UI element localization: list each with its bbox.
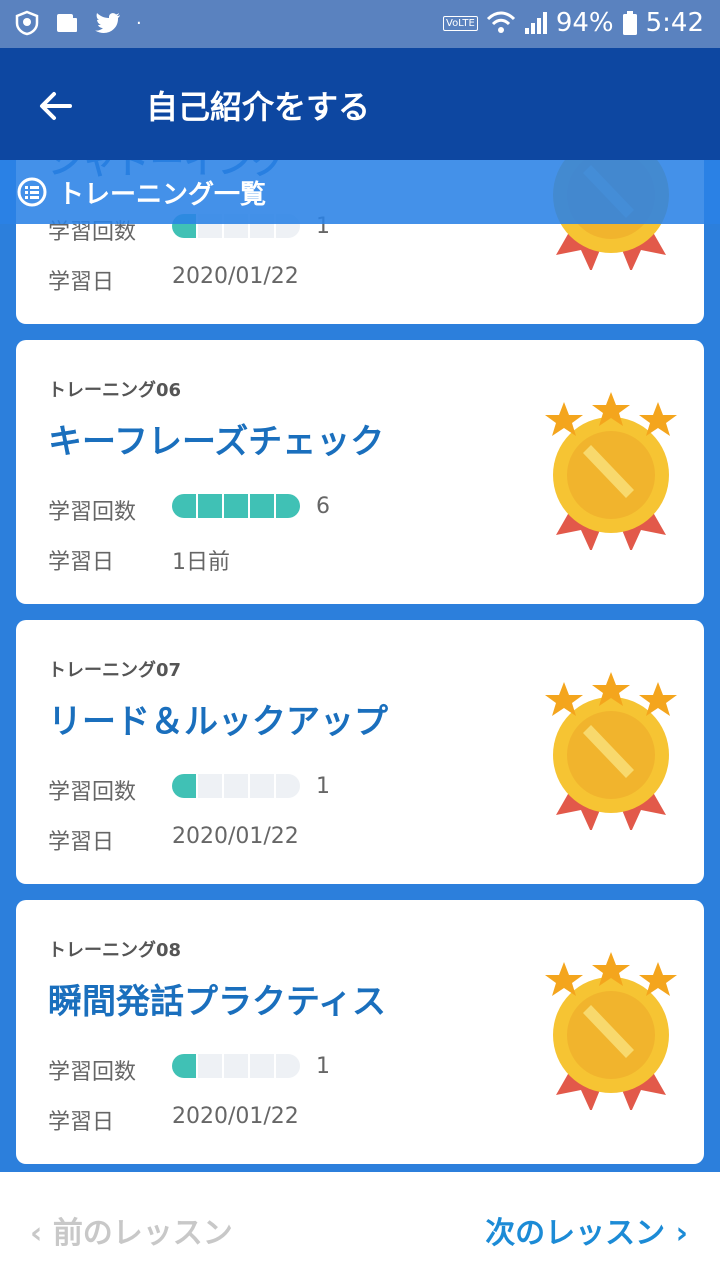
progress-segment [172, 494, 196, 518]
training-title: キーフレーズチェック [48, 422, 385, 462]
study-progress-bar [172, 774, 300, 798]
date-label: 学習日 [48, 270, 115, 295]
page-title: 自己紹介をする [146, 88, 371, 126]
progress-segment [224, 494, 248, 518]
progress-segment [276, 774, 300, 798]
status-bar: · VoLTE 94% 5:42 [0, 0, 720, 48]
progress-segment [172, 774, 196, 798]
chevron-right-icon: › [665, 1216, 688, 1251]
training-card[interactable]: トレーニング06 キーフレーズチェック学習回数 6 学習日 1日前 [16, 340, 704, 604]
progress-segment [198, 1054, 222, 1078]
progress-segment [250, 1054, 274, 1078]
training-card[interactable]: トレーニング07 リード＆ルックアップ学習回数 1 学習日 2020/01/22 [16, 620, 704, 884]
training-card[interactable]: トレーニング08 瞬間発話プラクティス学習回数 1 学習日 2020/01/22 [16, 900, 704, 1164]
training-title: 瞬間発話プラクティス [48, 982, 386, 1022]
count-label: 学習回数 [48, 780, 137, 805]
study-date: 2020/01/22 [172, 264, 299, 289]
training-title: リード＆ルックアップ [48, 702, 388, 742]
signal-icon [524, 12, 547, 34]
training-number: トレーニング07 [48, 660, 182, 681]
list-icon [17, 177, 47, 207]
study-date: 2020/01/22 [172, 1104, 299, 1129]
lesson-navigation: ‹ 前のレッスン 次のレッスン › [0, 1172, 720, 1280]
date-label: 学習日 [48, 830, 115, 855]
date-label: 学習日 [48, 550, 115, 575]
notification-dot: · [136, 12, 142, 34]
medal-icon [545, 672, 677, 830]
study-progress-bar [172, 1054, 300, 1078]
study-date: 1日前 [172, 550, 230, 575]
study-progress-bar [172, 494, 300, 518]
next-lesson-label: 次のレッスン [485, 1216, 666, 1251]
progress-segment [198, 774, 222, 798]
clock-time: 5:42 [645, 8, 704, 38]
progress-segment [276, 1054, 300, 1078]
app-header: 自己紹介をする [0, 48, 720, 160]
progress-segment [198, 494, 222, 518]
twitter-icon [95, 13, 120, 34]
study-count: 1 [316, 1054, 330, 1079]
medal-icon [545, 392, 677, 550]
study-count: 1 [316, 774, 330, 799]
progress-segment [224, 1054, 248, 1078]
training-list-button[interactable]: トレーニング一覧 [0, 160, 720, 224]
count-label: 学習回数 [48, 1060, 137, 1085]
prev-lesson-label: 前のレッスン [52, 1216, 233, 1251]
progress-segment [172, 1054, 196, 1078]
training-number: トレーニング08 [48, 940, 182, 961]
shield-icon [15, 10, 39, 36]
study-count: 6 [316, 494, 330, 519]
progress-segment [250, 494, 274, 518]
count-label: 学習回数 [48, 500, 137, 525]
battery-percent: 94% [555, 8, 614, 38]
chevron-left-icon: ‹ [30, 1216, 53, 1251]
progress-segment [224, 774, 248, 798]
training-number: トレーニング06 [48, 380, 182, 401]
volte-badge: VoLTE [443, 15, 478, 31]
next-lesson-button[interactable]: 次のレッスン › [485, 1208, 688, 1252]
date-label: 学習日 [48, 1110, 115, 1135]
back-arrow-icon[interactable] [36, 84, 80, 128]
wifi-icon [486, 11, 515, 33]
progress-segment [276, 494, 300, 518]
app-notification-icon [57, 14, 77, 32]
battery-icon [622, 11, 637, 35]
training-list-label: トレーニング一覧 [58, 180, 267, 210]
progress-segment [250, 774, 274, 798]
medal-icon [545, 952, 677, 1110]
study-date: 2020/01/22 [172, 824, 299, 849]
prev-lesson-button[interactable]: ‹ 前のレッスン [30, 1208, 233, 1252]
